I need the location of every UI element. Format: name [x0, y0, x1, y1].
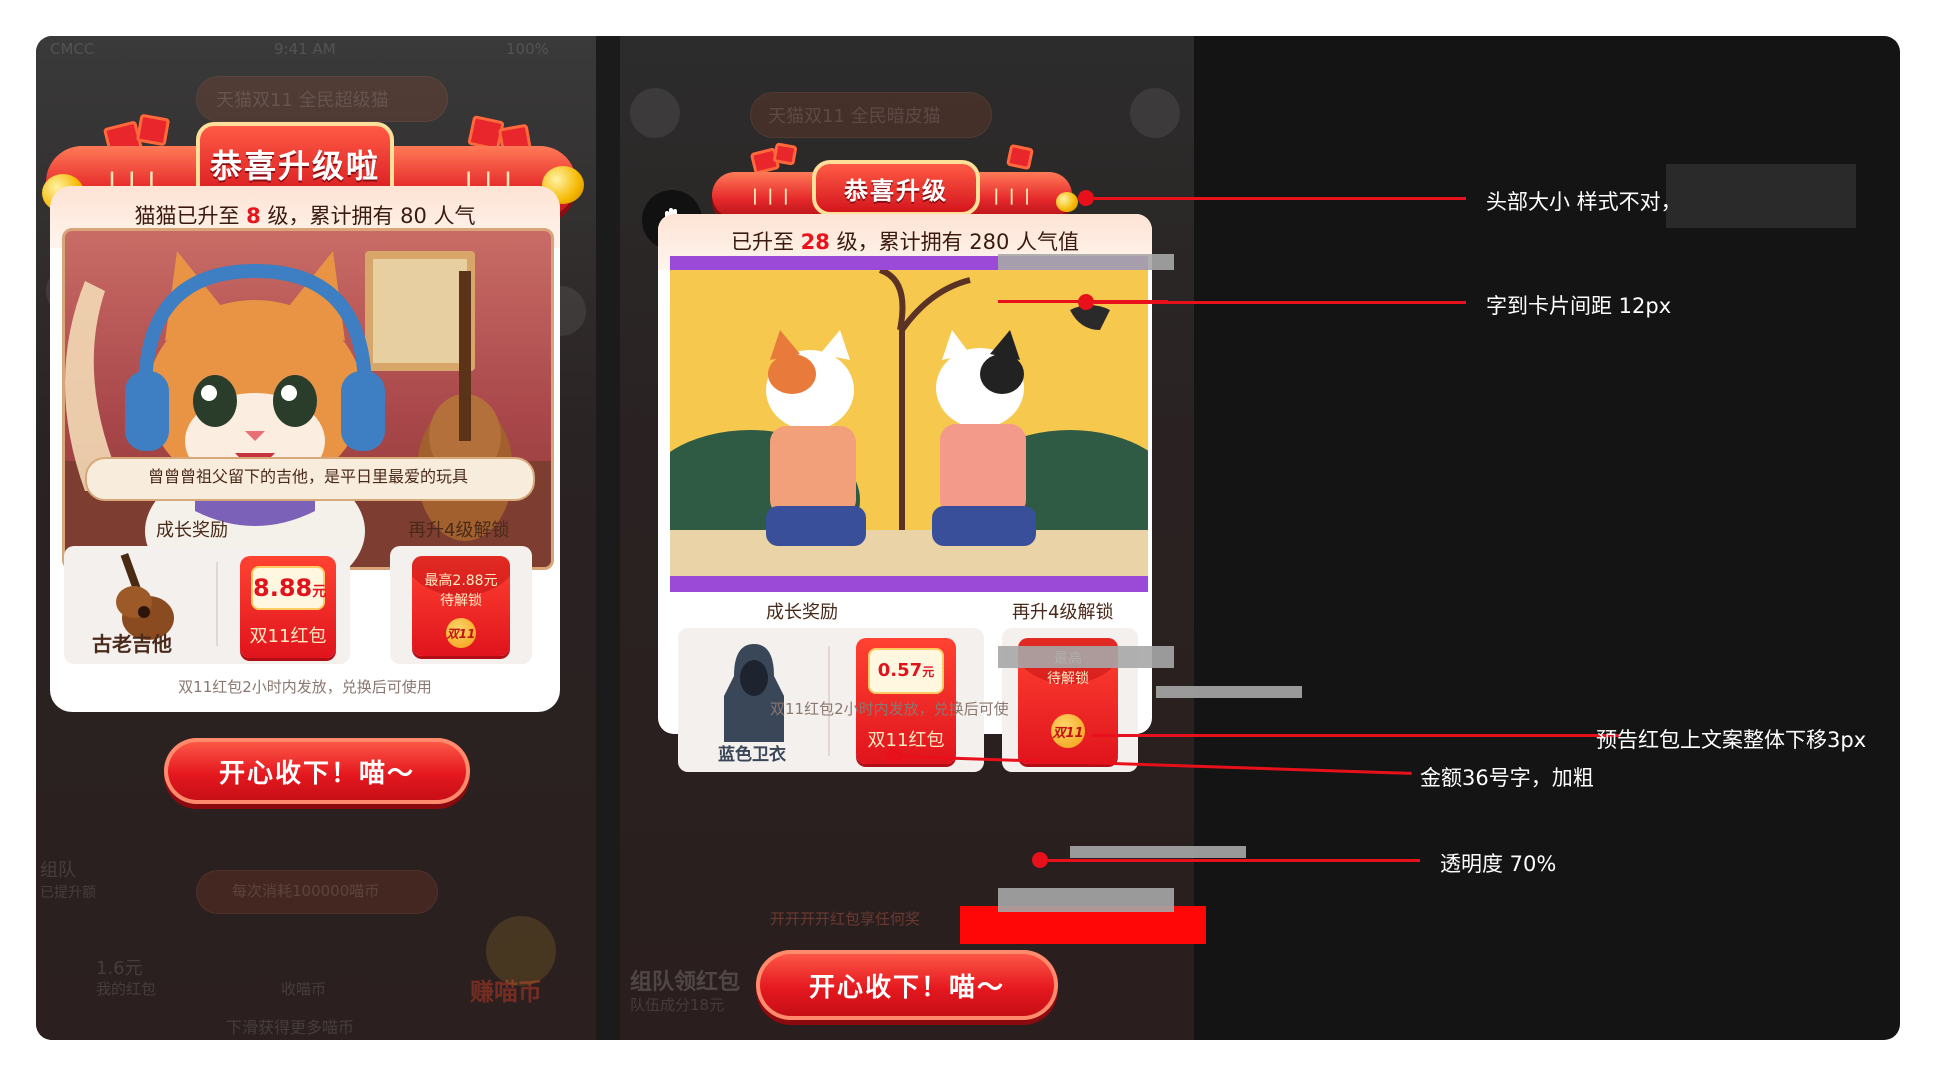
bg-team-sub: 队伍成分18元	[630, 996, 725, 1014]
red-envelope: 8.88元 双11红包	[240, 556, 336, 658]
hoodie-icon	[724, 644, 784, 742]
bg-amount-text: 1.6元	[96, 958, 143, 979]
annotation-line	[1092, 734, 1620, 737]
left-upgrade-card: 猫猫已升至 8 级，累计拥有 80 人气 曾曾曾祖父留下的吉他，是平日里最爱的玩…	[50, 186, 560, 712]
accept-button[interactable]: 开心收下！喵～	[164, 738, 470, 804]
annotation-header: 头部大小 样式不对，	[1486, 190, 1682, 214]
level-middle: 级，累计拥有	[260, 204, 401, 228]
annotation-spacing: 字到卡片间距 12px	[1486, 294, 1672, 318]
two-cats-illustration	[670, 270, 1148, 576]
annotation-line	[1048, 859, 1420, 862]
level-suffix: 人气值	[1009, 230, 1080, 254]
reward-item-name: 蓝色卫衣	[718, 745, 786, 765]
envelope-amount: 0.57元	[868, 648, 944, 694]
bg-scroll-hint: 下滑获得更多喵币	[226, 1018, 355, 1037]
footnote: 双11红包2小时内发放，兑换后可使用	[178, 678, 432, 696]
level-value: 8	[246, 204, 261, 228]
bg-my-envelope: 我的红包	[96, 980, 157, 998]
level-line: 已升至 28 级，累计拥有 280 人气值	[658, 226, 1152, 256]
preview-line-1: 最高2.88元	[424, 573, 498, 589]
measure-bar	[998, 254, 1174, 270]
accept-button[interactable]: 开心收下！喵～	[756, 950, 1058, 1020]
measure-bar	[998, 646, 1174, 668]
envelope-label: 双11红包	[249, 626, 327, 647]
annotation-line	[1094, 197, 1466, 200]
status-battery: 100%	[506, 40, 549, 58]
measure-bar	[1070, 846, 1246, 858]
footnote: 双11红包2小时内发放，兑换后可使	[770, 700, 1009, 718]
reward-item-name: 古老吉他	[92, 632, 172, 656]
level-middle: 级，累计拥有	[829, 230, 970, 254]
measure-bar	[998, 888, 1174, 912]
bg-collect: 收喵币	[281, 980, 327, 998]
bg-group-text: 组队	[40, 860, 76, 881]
bg-consume-text: 每次消耗100000喵币	[232, 882, 380, 900]
gift-box-icon	[1005, 143, 1035, 171]
share-circle	[1130, 88, 1180, 138]
canvas: CMCC 9:41 AM 100% 天猫双11 全民超级猫 组队 已提升额 每次…	[36, 36, 1900, 1040]
annotation-line	[1094, 301, 1466, 304]
seal-icon: 双11	[446, 618, 476, 648]
bg-redbar-text: 开开开开红包享任何奖	[770, 910, 921, 928]
level-prefix: 已升至	[730, 230, 801, 254]
level-prefix: 猫猫已升至	[134, 204, 247, 228]
bg-banner-text: 天猫双11 全民暗皮猫	[768, 106, 941, 127]
seal-icon: 双11	[1051, 714, 1085, 748]
annotation-marker	[1032, 852, 1048, 868]
annotation-preview-offset: 预告红包上文案整体下移3px	[1596, 728, 1867, 752]
caption-text: 曾曾曾祖父留下的吉他，是平日里最爱的玩具	[147, 467, 468, 486]
annotation-marker	[886, 748, 902, 764]
points-value: 280	[969, 230, 1010, 254]
blurred-region	[1666, 164, 1856, 228]
level-line: 猫猫已升至 8 级，累计拥有 80 人气	[50, 200, 560, 230]
status-carrier: CMCC	[50, 40, 95, 58]
growth-reward-label: 成长奖励	[156, 520, 228, 541]
two-cats-image	[670, 270, 1148, 576]
annotation-amount-font: 金额36号字，加粗	[1420, 766, 1594, 790]
level-value: 28	[800, 230, 830, 254]
illustration-frame	[670, 256, 1148, 592]
header-title: 恭喜升级	[812, 160, 980, 216]
unlock-reward-box: 最高2.88元 待解锁 双11	[390, 546, 532, 664]
ribbon-stripes: | | |	[993, 185, 1032, 205]
status-time: 9:41 AM	[274, 40, 336, 58]
divider	[216, 562, 218, 646]
annotation-opacity: 透明度 70%	[1440, 852, 1557, 876]
bg-team-text: 组队领红包	[630, 970, 741, 995]
growth-reward-label: 成长奖励	[766, 602, 838, 623]
growth-reward-box: 古老吉他 8.88元 双11红包	[64, 546, 350, 664]
bg-coin	[486, 916, 556, 986]
level-suffix: 人气	[426, 204, 476, 228]
preview-line-2: 待解锁	[440, 593, 482, 609]
preview-envelope: 最高2.88元 待解锁 双11	[412, 556, 510, 656]
phone-gap	[596, 36, 620, 1040]
annotation-marker	[1078, 294, 1094, 310]
unlock-label: 再升4级解锁	[1012, 602, 1114, 623]
unlock-label: 再升4级解锁	[408, 520, 510, 541]
coin-icon	[1056, 192, 1078, 212]
gift-box-icon	[772, 142, 798, 166]
back-circle	[630, 88, 680, 138]
points-value: 80	[400, 204, 427, 228]
measure-bar	[1156, 686, 1302, 698]
annotation-marker	[1078, 190, 1094, 206]
envelope-label: 双11红包	[867, 730, 945, 751]
preview-line-2: 待解锁	[1047, 671, 1089, 687]
ribbon-stripes: | | |	[752, 185, 791, 205]
bg-sub-text: 已提升额	[40, 885, 96, 901]
gift-box-icon	[135, 113, 171, 147]
envelope-amount: 8.88元	[251, 566, 326, 610]
